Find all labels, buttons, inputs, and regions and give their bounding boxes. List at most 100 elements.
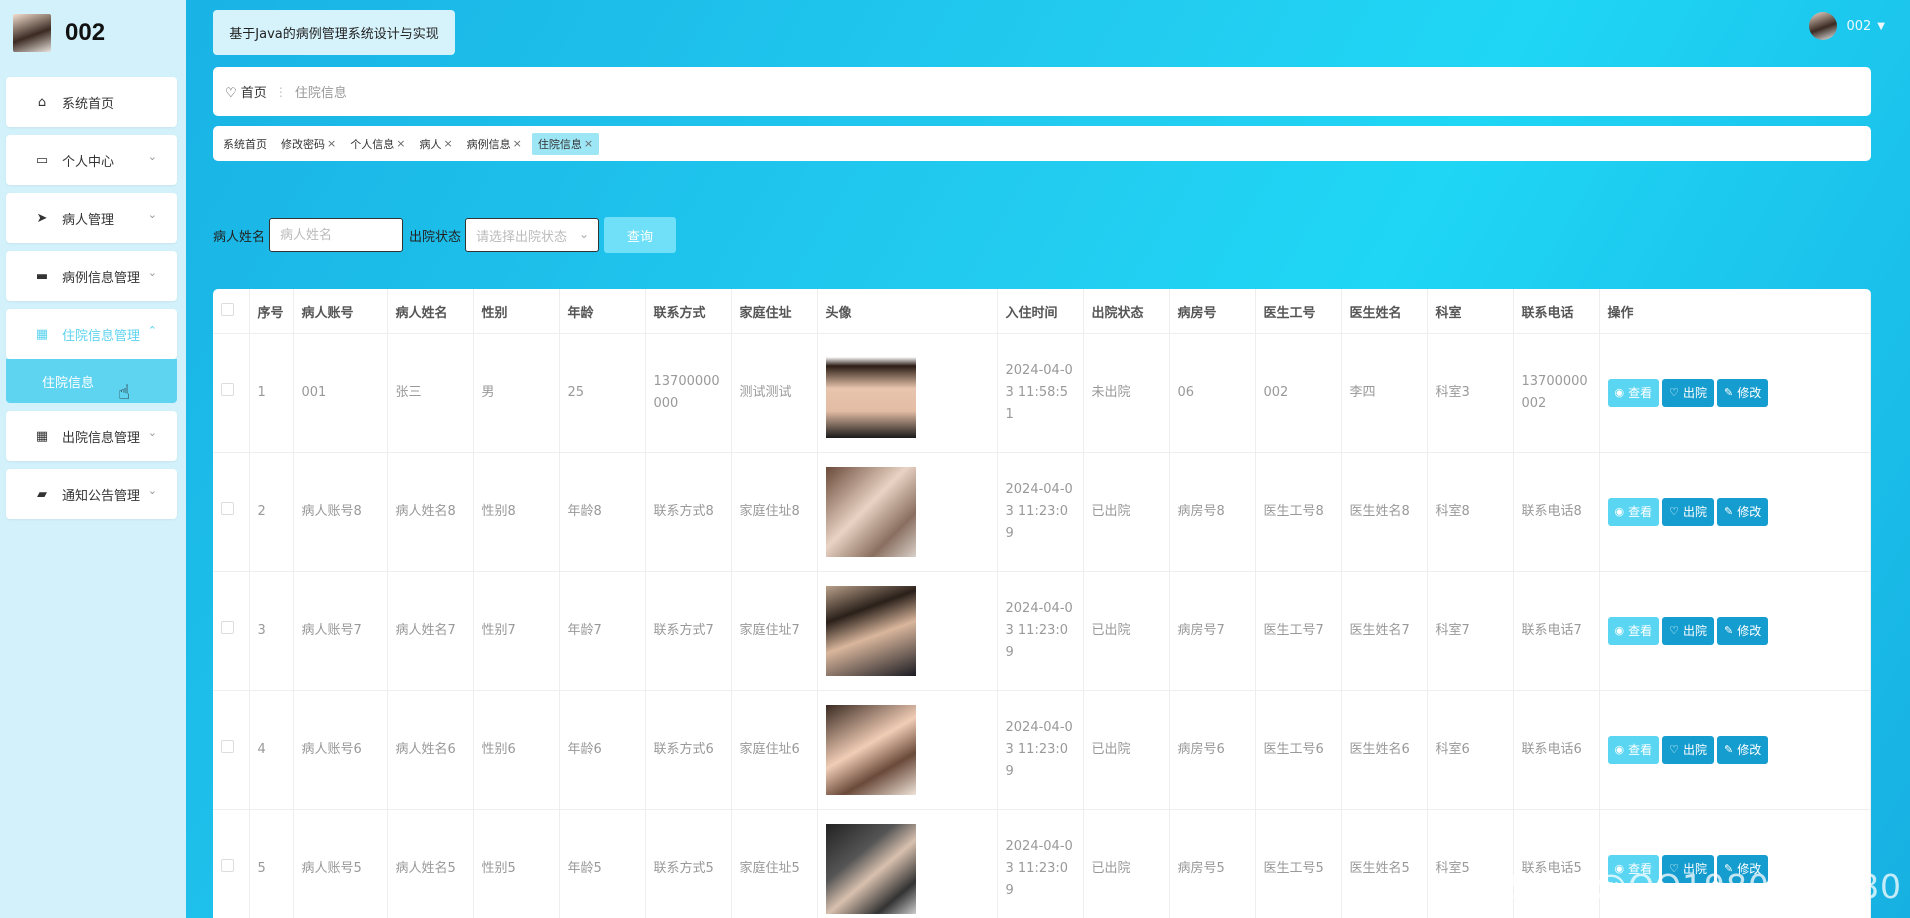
- discharge-status-placeholder: 请选择出院状态: [476, 229, 568, 245]
- chevron-down-icon: ⌄: [147, 208, 157, 221]
- column-header: 联系方式: [645, 289, 732, 334]
- table-cell: 06: [1169, 333, 1256, 453]
- table-cell: 医生工号6: [1255, 690, 1342, 810]
- table-cell: 2: [249, 452, 294, 572]
- tab-label: 病人: [419, 137, 442, 151]
- chevron-down-icon: ⌄: [147, 150, 157, 163]
- discharge-button[interactable]: ♡ 出院: [1662, 617, 1715, 645]
- tab-change-password[interactable]: 修改密码 ×: [281, 133, 336, 155]
- edit-label: 修改: [1737, 743, 1762, 757]
- table-cell: 联系方式5: [645, 809, 732, 918]
- chevron-down-icon: ⌄: [147, 426, 157, 439]
- table-cell: 2024-04-03 11:58:51: [997, 333, 1084, 453]
- tab-inpatient-info[interactable]: 住院信息 ×: [531, 132, 600, 155]
- tab-case-info[interactable]: 病例信息 ×: [467, 133, 522, 155]
- view-button[interactable]: ◉ 查看: [1607, 617, 1660, 645]
- edit-button[interactable]: ✎ 修改: [1717, 379, 1769, 407]
- view-button[interactable]: ◉ 查看: [1607, 736, 1660, 764]
- view-button[interactable]: ◉ 查看: [1607, 379, 1660, 407]
- eye-icon: ◉: [1614, 386, 1625, 399]
- sidebar-subitem-inpatient-info[interactable]: 住院信息: [6, 359, 177, 403]
- sidebar-item-inpatient-management[interactable]: ▦ 住院信息管理 ⌃: [6, 309, 177, 359]
- view-label: 查看: [1628, 505, 1653, 519]
- user-menu[interactable]: 002 ▼: [1809, 12, 1885, 40]
- table-cell: 病房号5: [1169, 809, 1256, 918]
- home-icon: ⌂: [37, 94, 47, 110]
- table-row: 3 病人账号7 病人姓名7 性别7 年龄7 联系方式7 家庭住址7 2024-04-03 11…: [213, 571, 1871, 691]
- pencil-icon: ✎: [1724, 386, 1734, 399]
- heart-icon: ♡: [1669, 743, 1679, 756]
- table-cell: 已出院: [1083, 690, 1170, 810]
- edit-button[interactable]: ✎ 修改: [1717, 617, 1769, 645]
- system-title: 基于Java的病例管理系统设计与实现: [213, 10, 455, 55]
- tab-patient[interactable]: 病人 ×: [419, 133, 452, 155]
- close-icon[interactable]: ×: [327, 137, 336, 150]
- tab-personal-info[interactable]: 个人信息 ×: [350, 133, 405, 155]
- discharge-button[interactable]: ♡ 出院: [1662, 498, 1715, 526]
- table-cell: 医生工号8: [1255, 452, 1342, 572]
- search-button[interactable]: 查询: [604, 217, 677, 253]
- row-checkbox[interactable]: [221, 740, 234, 753]
- tab-home[interactable]: 系统首页: [223, 133, 267, 155]
- avatar: [825, 586, 916, 676]
- row-actions: ◉ 查看 ♡ 出院 ✎ 修改: [1607, 379, 1863, 407]
- table-row: 4 病人账号6 病人姓名6 性别6 年龄6 联系方式6 家庭住址6 2024-04-03 11…: [213, 690, 1871, 810]
- table-cell: 医生姓名5: [1341, 809, 1428, 918]
- table-cell: 病人姓名7: [387, 571, 474, 691]
- tab-label: 个人信息: [350, 137, 395, 151]
- patient-name-input[interactable]: [269, 218, 404, 252]
- column-header: 家庭住址: [731, 289, 818, 334]
- sidebar-item-personal-center[interactable]: ▭ 个人中心 ⌄: [6, 135, 177, 185]
- table-cell: 医生工号7: [1255, 571, 1342, 691]
- close-icon[interactable]: ×: [443, 137, 452, 150]
- edit-label: 修改: [1737, 624, 1762, 638]
- row-checkbox[interactable]: [221, 383, 234, 396]
- select-all-cell: [213, 289, 250, 334]
- discharge-label: 出院: [1683, 386, 1708, 400]
- avatar-cell: [817, 571, 998, 691]
- sidebar-item-case-management[interactable]: ▬ 病例信息管理 ⌄: [6, 251, 177, 301]
- row-checkbox[interactable]: [221, 621, 234, 634]
- breadcrumb-home[interactable]: ♡ 首页: [225, 82, 267, 101]
- table-cell: 医生姓名6: [1341, 690, 1428, 810]
- sidebar-menu: ⌂ 系统首页 ▭ 个人中心 ⌄ ➤ 病人管理 ⌄ ▬ 病例信息管理 ⌄ ▦ 住院…: [6, 77, 177, 527]
- close-icon[interactable]: ×: [513, 137, 522, 150]
- table-cell: 测试测试: [731, 333, 818, 453]
- sidebar-item-label: 出院信息管理: [62, 430, 141, 446]
- discharge-status-label: 出院状态: [409, 229, 462, 245]
- row-actions: ◉ 查看 ♡ 出院 ✎ 修改: [1607, 498, 1863, 526]
- megaphone-icon: ▰: [37, 486, 47, 502]
- view-label: 查看: [1628, 624, 1653, 638]
- sidebar-item-notice-management[interactable]: ▰ 通知公告管理 ⌄: [6, 469, 177, 519]
- row-actions: ◉ 查看 ♡ 出院 ✎ 修改: [1607, 736, 1863, 764]
- column-header: 病人姓名: [387, 289, 474, 334]
- discharge-status-select[interactable]: 请选择出院状态 ⌄: [465, 218, 600, 252]
- sidebar-item-patient-management[interactable]: ➤ 病人管理 ⌄: [6, 193, 177, 243]
- discharge-button[interactable]: ♡ 出院: [1662, 736, 1715, 764]
- table-cell: 病房号7: [1169, 571, 1256, 691]
- table-cell: 2024-04-03 11:23:09: [997, 452, 1084, 572]
- view-label: 查看: [1628, 743, 1653, 757]
- view-button[interactable]: ◉ 查看: [1607, 498, 1660, 526]
- row-checkbox[interactable]: [221, 502, 234, 515]
- edit-button[interactable]: ✎ 修改: [1717, 736, 1769, 764]
- breadcrumb-current: 住院信息: [294, 86, 347, 101]
- heart-icon: ♡: [1669, 386, 1679, 399]
- tab-bar: 系统首页 修改密码 × 个人信息 × 病人 × 病例信息 × 住院信息 ×: [213, 126, 1871, 161]
- chevron-up-icon: ⌃: [147, 324, 157, 337]
- edit-button[interactable]: ✎ 修改: [1717, 498, 1769, 526]
- sidebar-item-home[interactable]: ⌂ 系统首页: [6, 77, 177, 127]
- tab-label: 住院信息: [537, 137, 582, 151]
- table-cell: 医生姓名8: [1341, 452, 1428, 572]
- avatar: [1809, 12, 1838, 40]
- select-all-checkbox[interactable]: [221, 302, 234, 316]
- close-icon[interactable]: ×: [584, 137, 593, 150]
- close-icon[interactable]: ×: [396, 137, 405, 150]
- discharge-button[interactable]: ♡ 出院: [1662, 379, 1715, 407]
- table-cell: 3: [249, 571, 294, 691]
- table-row: 2 病人账号8 病人姓名8 性别8 年龄8 联系方式8 家庭住址8 2024-04-03 11…: [213, 452, 1871, 572]
- avatar-cell: [817, 333, 998, 453]
- row-checkbox[interactable]: [221, 859, 234, 872]
- sidebar-item-discharge-management[interactable]: ▦ 出院信息管理 ⌄: [6, 411, 177, 461]
- patient-name-label: 病人姓名: [213, 229, 266, 245]
